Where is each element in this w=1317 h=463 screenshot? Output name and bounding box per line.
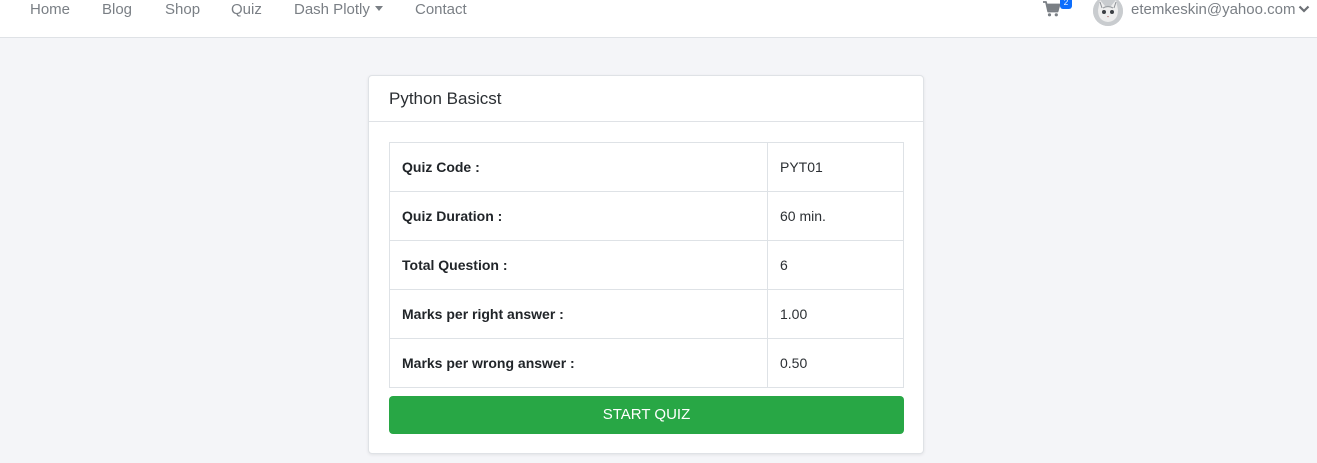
total-question-label: Total Question : <box>389 240 768 290</box>
marks-right-value: 1.00 <box>767 289 904 339</box>
top-navbar: Home Blog Shop Quiz Dash Plotly Contact … <box>0 0 1317 38</box>
user-avatar[interactable] <box>1093 0 1123 26</box>
quiz-duration-value: 60 min. <box>767 191 904 241</box>
user-email[interactable]: etemkeskin@yahoo.com <box>1131 0 1295 22</box>
shopping-cart-icon <box>1043 1 1061 17</box>
cat-avatar-icon <box>1093 0 1123 26</box>
table-row: Total Question : 6 <box>389 240 904 290</box>
quiz-duration-label: Quiz Duration : <box>389 191 768 241</box>
nav-dropdown-dash-plotly[interactable]: Dash Plotly <box>294 0 383 22</box>
cart-count-badge: 2 <box>1060 0 1072 9</box>
nav-link-home[interactable]: Home <box>30 0 70 22</box>
quiz-details-table: Quiz Code : PYT01 Quiz Duration : 60 min… <box>389 142 904 388</box>
nav-link-shop[interactable]: Shop <box>165 0 200 22</box>
table-row: Quiz Duration : 60 min. <box>389 191 904 241</box>
total-question-value: 6 <box>767 240 904 290</box>
quiz-code-label: Quiz Code : <box>389 142 768 192</box>
nav-link-quiz[interactable]: Quiz <box>231 0 262 22</box>
nav-link-blog[interactable]: Blog <box>102 0 132 22</box>
quiz-info-card: Python Basicst Quiz Code : PYT01 Quiz Du… <box>368 75 924 454</box>
card-title: Python Basicst <box>369 76 923 122</box>
nav-link-contact[interactable]: Contact <box>415 0 467 22</box>
quiz-code-value: PYT01 <box>767 142 904 192</box>
table-row: Marks per wrong answer : 0.50 <box>389 338 904 388</box>
cart-button[interactable]: 2 <box>1043 0 1073 22</box>
chevron-down-icon[interactable] <box>1298 5 1310 13</box>
start-quiz-button[interactable]: START QUIZ <box>389 396 904 434</box>
table-row: Marks per right answer : 1.00 <box>389 289 904 339</box>
caret-down-icon <box>374 6 383 11</box>
marks-right-label: Marks per right answer : <box>389 289 768 339</box>
marks-wrong-label: Marks per wrong answer : <box>389 338 768 388</box>
nav-link-dash-plotly-label: Dash Plotly <box>294 1 370 18</box>
table-row: Quiz Code : PYT01 <box>389 142 904 192</box>
marks-wrong-value: 0.50 <box>767 338 904 388</box>
